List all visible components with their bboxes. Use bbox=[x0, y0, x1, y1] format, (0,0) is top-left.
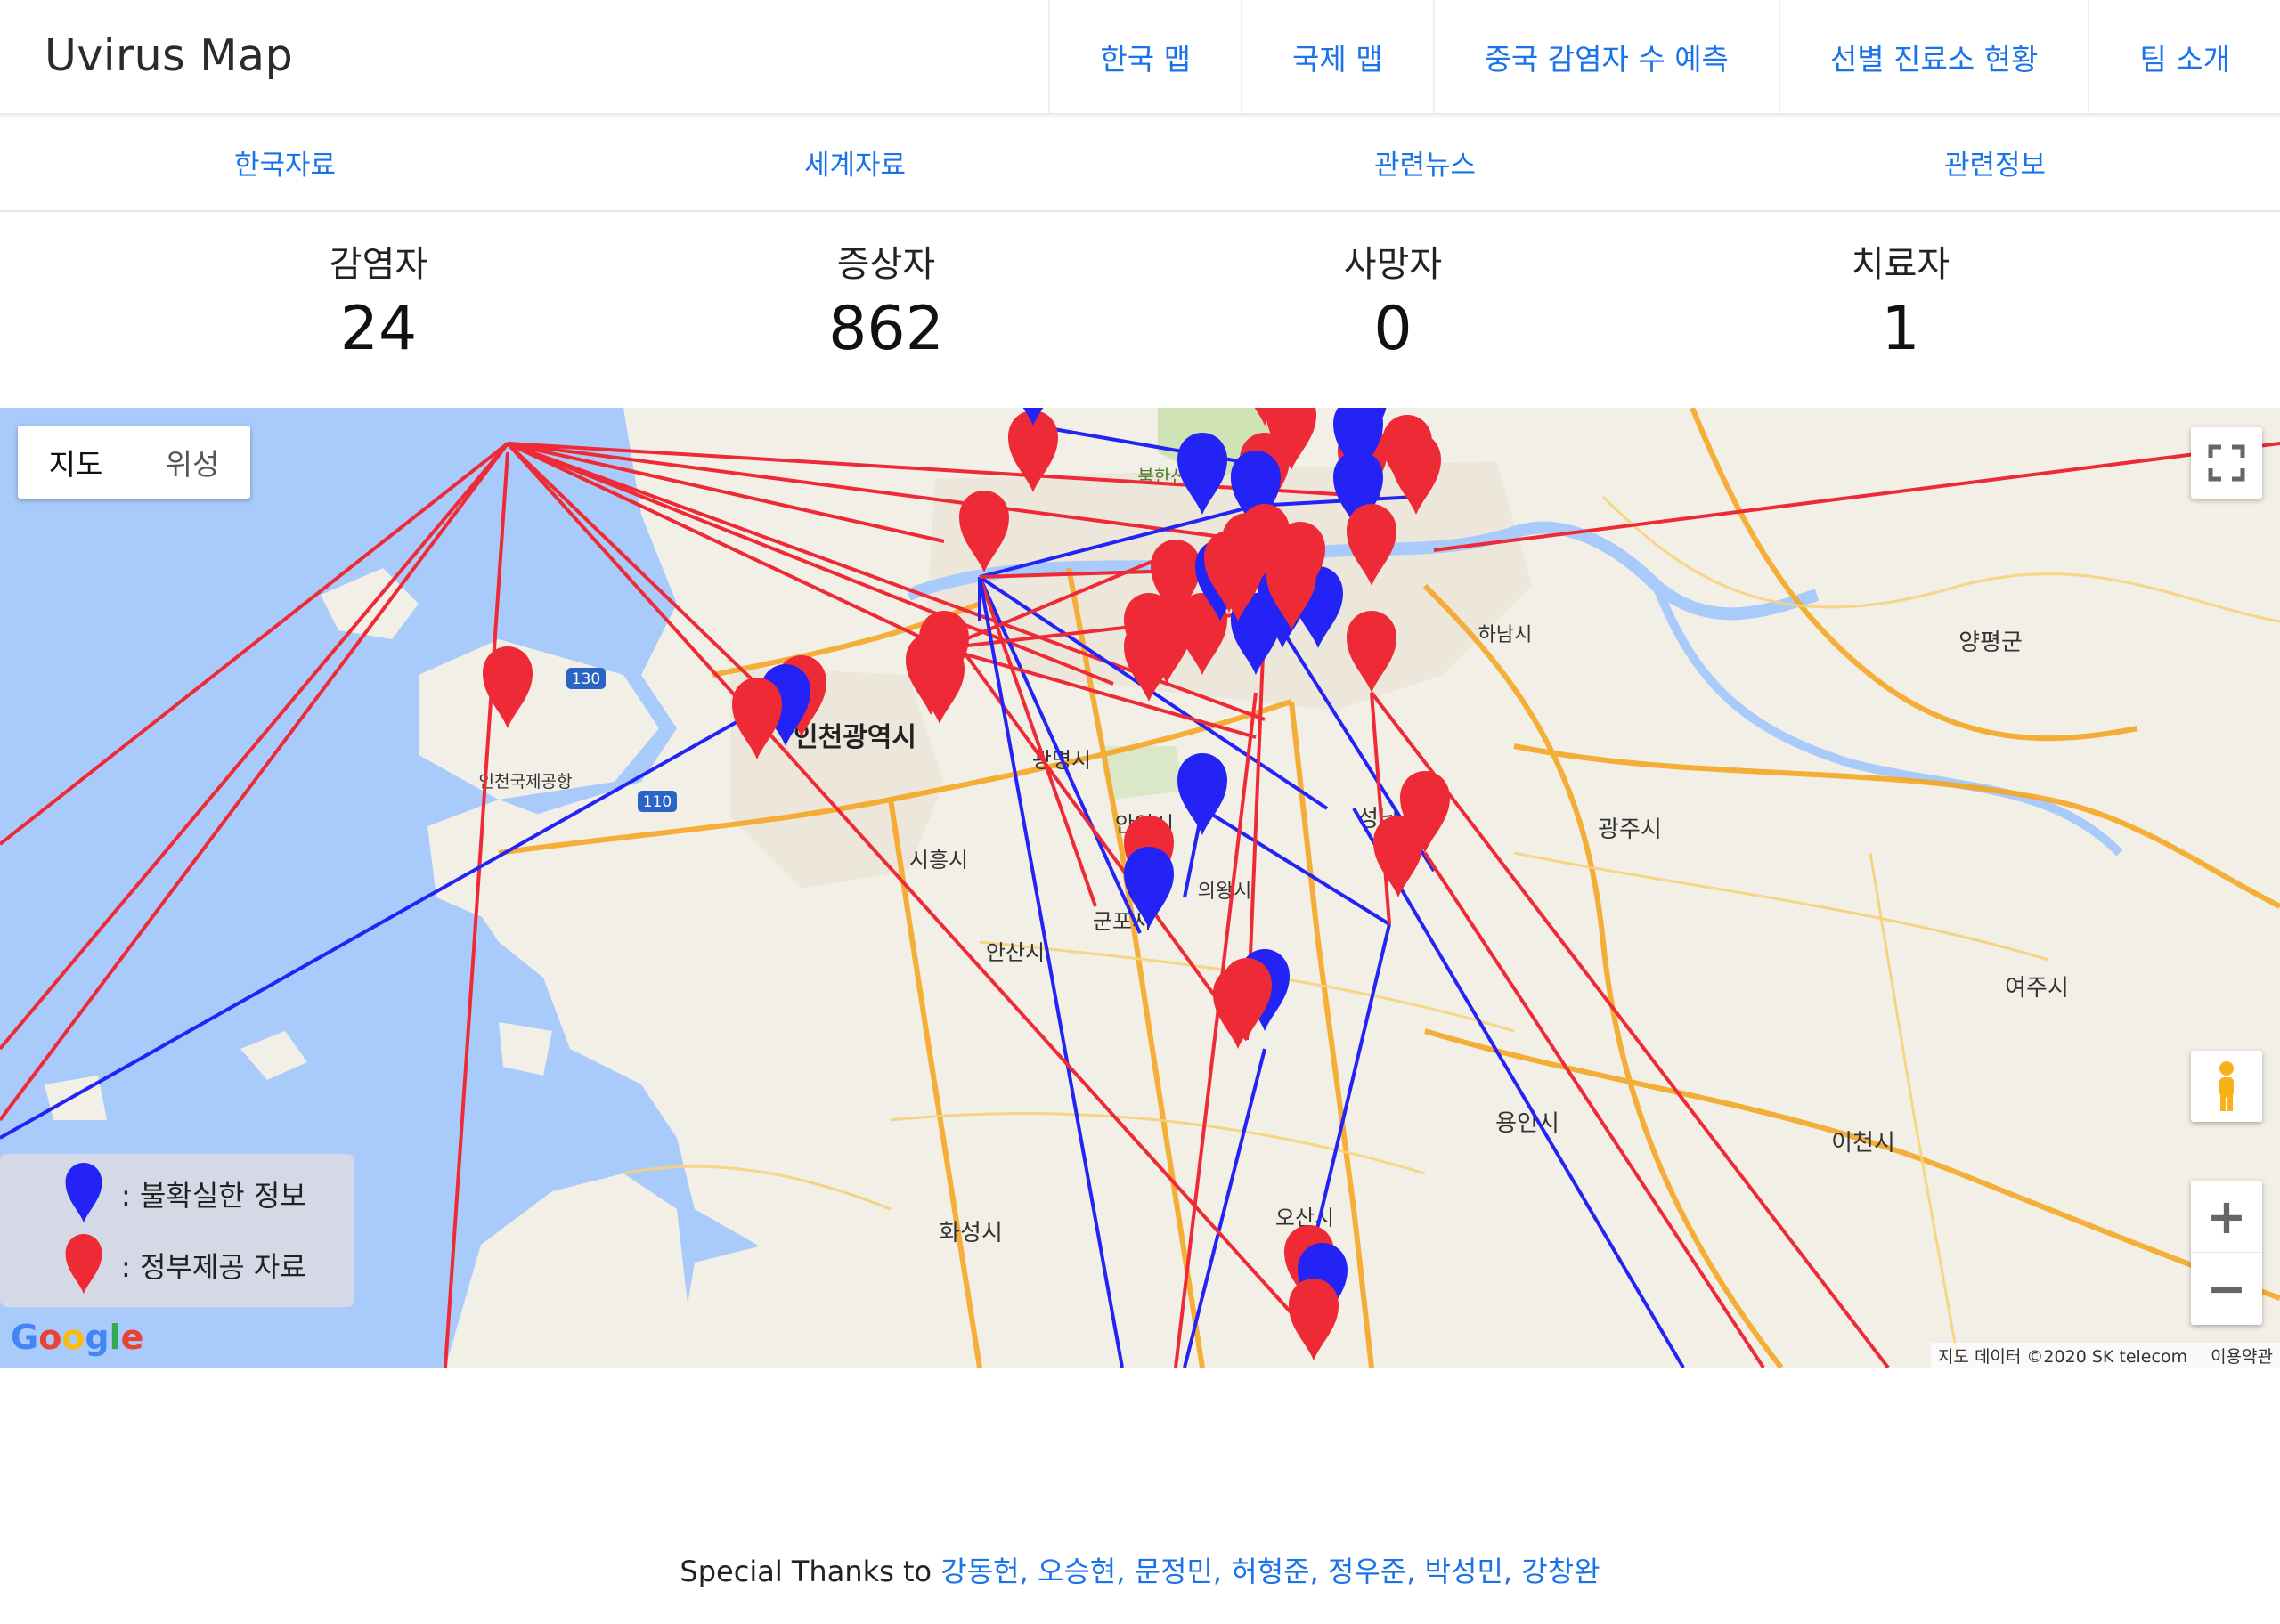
map-type-map-button[interactable]: 지도 bbox=[18, 426, 134, 499]
red-marker-icon[interactable] bbox=[959, 491, 1009, 572]
stat-symptomatic: 증상자 862 bbox=[708, 212, 1064, 364]
blue-marker-icon bbox=[65, 1163, 102, 1223]
route-line bbox=[1032, 424, 1266, 467]
map-canvas[interactable]: 130 110 인천광역시 인천국제공항 광명시 안양시 시흥시 군포시 의왕시… bbox=[0, 408, 2280, 1368]
zoom-control: + − bbox=[2191, 1181, 2262, 1325]
tab-korea-data[interactable]: 한국자료 bbox=[0, 115, 570, 210]
route-line bbox=[1423, 851, 1765, 1368]
stat-value: 24 bbox=[339, 294, 418, 364]
main-nav: 한국 맵 국제 맵 중국 감염자 수 예측 선별 진료소 현황 팀 소개 bbox=[1048, 0, 2280, 113]
brand-title[interactable]: Uvirus Map bbox=[45, 30, 293, 81]
tab-related-info[interactable]: 관련정보 bbox=[1710, 115, 2280, 210]
fullscreen-icon bbox=[2208, 444, 2245, 482]
stat-infected: 감염자 24 bbox=[200, 212, 557, 364]
attribution-data: 지도 데이터 ©2020 SK telecom bbox=[1937, 1346, 2188, 1367]
red-marker-icon[interactable] bbox=[1391, 433, 1441, 515]
stat-value: 1 bbox=[1881, 294, 1920, 364]
nav-china-forecast[interactable]: 중국 감염자 수 예측 bbox=[1432, 0, 1779, 113]
legend-item-uncertain: : 불확실한 정보 bbox=[57, 1163, 306, 1225]
map-type-satellite-button[interactable]: 위성 bbox=[134, 426, 250, 499]
stat-deaths: 사망자 0 bbox=[1215, 212, 1571, 364]
red-marker-icon[interactable] bbox=[732, 678, 782, 759]
nav-korea-map[interactable]: 한국 맵 bbox=[1048, 0, 1241, 113]
red-marker-icon bbox=[65, 1234, 102, 1295]
footer-names[interactable]: 강동헌, 오승현, 문정민, 허형준, 정우준, 박성민, 강창완 bbox=[940, 1555, 1600, 1588]
route-line bbox=[1370, 692, 1391, 925]
stat-label: 증상자 bbox=[836, 244, 936, 285]
stat-label: 감염자 bbox=[329, 244, 428, 285]
google-logo: Google bbox=[11, 1318, 144, 1357]
tab-related-news[interactable]: 관련뉴스 bbox=[1140, 115, 1710, 210]
route-line bbox=[1352, 807, 1685, 1368]
nav-clinic-status[interactable]: 선별 진료소 현황 bbox=[1778, 0, 2089, 113]
route-line bbox=[1255, 495, 1417, 508]
route-line bbox=[0, 709, 758, 1140]
route-line bbox=[0, 442, 509, 1051]
map-legend: : 불확실한 정보 : 정부제공 자료 bbox=[0, 1154, 354, 1307]
footer-credits: Special Thanks to 강동헌, 오승현, 문정민, 허형준, 정우… bbox=[0, 1549, 2280, 1590]
legend-label: : 정부제공 자료 bbox=[121, 1250, 306, 1284]
map-type-control: 지도 위성 bbox=[18, 426, 250, 499]
nav-world-map[interactable]: 국제 맵 bbox=[1240, 0, 1433, 113]
stat-value: 0 bbox=[1373, 294, 1413, 364]
route-line bbox=[978, 576, 1124, 1368]
red-marker-icon[interactable] bbox=[1347, 504, 1396, 586]
route-line bbox=[507, 442, 945, 650]
legend-label: : 불확실한 정보 bbox=[121, 1179, 306, 1213]
route-line bbox=[1433, 442, 2280, 552]
map-attribution: 지도 데이터 ©2020 SK telecom 이용약관 bbox=[1930, 1343, 2280, 1368]
stat-label: 사망자 bbox=[1343, 244, 1443, 285]
nav-team[interactable]: 팀 소개 bbox=[2088, 0, 2280, 113]
blue-marker-icon[interactable] bbox=[1177, 433, 1227, 515]
footer-prefix: Special Thanks to bbox=[680, 1555, 941, 1588]
legend-item-official: : 정부제공 자료 bbox=[57, 1234, 306, 1296]
top-navbar: Uvirus Map 한국 맵 국제 맵 중국 감염자 수 예측 선별 진료소 … bbox=[0, 0, 2280, 115]
route-line bbox=[507, 442, 1114, 686]
street-view-button[interactable] bbox=[2191, 1051, 2262, 1122]
route-line bbox=[506, 442, 777, 703]
pegman-icon bbox=[2219, 1061, 2234, 1111]
stat-recovered: 치료자 1 bbox=[1722, 212, 2079, 364]
sub-tabs: 한국자료 세계자료 관련뉴스 관련정보 bbox=[0, 115, 2280, 212]
zoom-out-button[interactable]: − bbox=[2191, 1252, 2262, 1324]
blue-marker-icon[interactable] bbox=[1177, 753, 1227, 835]
stats-panel: 감염자 24 증상자 862 사망자 0 치료자 1 bbox=[0, 212, 2280, 410]
red-marker-icon[interactable] bbox=[1347, 611, 1396, 693]
red-marker-icon[interactable] bbox=[1373, 816, 1423, 897]
route-line bbox=[444, 451, 509, 1368]
zoom-in-button[interactable]: + bbox=[2191, 1181, 2262, 1252]
tab-world-data[interactable]: 세계자료 bbox=[570, 115, 1140, 210]
terms-link[interactable]: 이용약관 bbox=[2211, 1344, 2273, 1368]
stat-label: 치료자 bbox=[1851, 244, 1950, 285]
fullscreen-button[interactable] bbox=[2191, 427, 2262, 499]
route-line bbox=[1307, 923, 1391, 1263]
red-marker-icon[interactable] bbox=[1289, 1279, 1339, 1360]
stat-value: 862 bbox=[828, 294, 944, 364]
